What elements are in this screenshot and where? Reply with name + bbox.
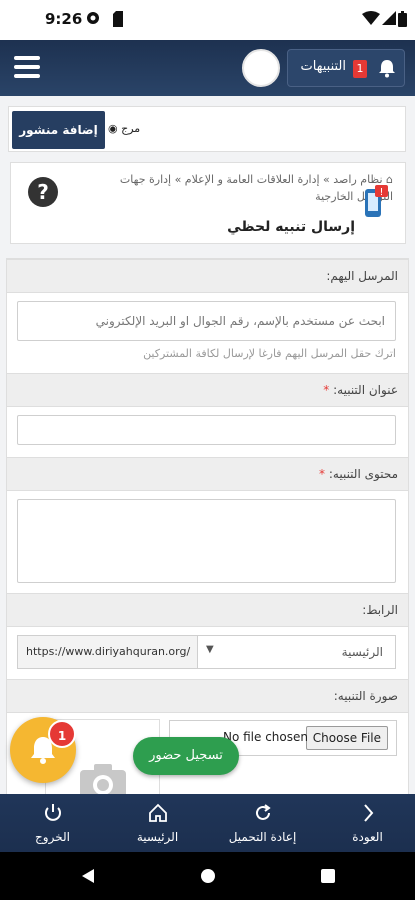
nav-home-label: الرئيسية [136, 830, 179, 844]
image-label: صورة التنبيه: [333, 689, 398, 703]
alert-content-label: محتوى التنبيه: * [319, 467, 398, 481]
svg-text:!: ! [379, 187, 383, 198]
breadcrumb-text: نظام راصد » إدارة العلاقات العامة و الإع… [119, 173, 393, 203]
recipient-help-text: اترك حقل المرسل اليهم فارغا لإرسال لكافة… [143, 347, 396, 360]
system-nav-bar [0, 852, 415, 900]
back-triangle-icon[interactable] [80, 868, 96, 884]
home-icon [148, 803, 167, 822]
status-bar: 9:26 [0, 0, 415, 40]
alert-content-label-row: محتوى التنبيه: * [7, 457, 408, 491]
notifications-button[interactable]: 1 التنبيهات [287, 49, 405, 87]
alert-title-label-row: عنوان التنبيه: * [7, 373, 408, 407]
page-header-card: ? ⌂ نظام راصد » إدارة العلاقات العامة و … [10, 162, 406, 244]
toggle-icon: ◉ [108, 122, 122, 135]
caret-down-icon: ▼ [206, 644, 214, 655]
app-header: 1 التنبيهات [0, 40, 415, 96]
mode-toggle-label: مرج [121, 122, 141, 135]
link-label: الرابط: [362, 603, 398, 617]
sim-icon [113, 11, 123, 27]
nav-reload[interactable]: إعادة التحميل [210, 794, 315, 852]
breadcrumb[interactable]: ⌂ نظام راصد » إدارة العلاقات العامة و ال… [83, 171, 393, 205]
toolbar: إضافة منشور ◉ مرج [8, 106, 406, 152]
image-label-row: صورة التنبيه: [7, 679, 408, 713]
nav-logout-label: الخروج [35, 830, 70, 844]
chevron-right-icon [363, 804, 373, 822]
recipient-placeholder: ابحث عن مستخدم بالإسم، رقم الجوال او الب… [95, 314, 385, 328]
battery-icon [398, 11, 407, 27]
bottom-nav: العودة إعادة التحميل الرئيسية الخروج [0, 794, 415, 852]
help-icon[interactable]: ? [28, 177, 58, 207]
add-post-button[interactable]: إضافة منشور [12, 111, 105, 149]
status-time: 9:26 [45, 10, 83, 28]
recipient-label: المرسل اليهم: [326, 269, 398, 283]
bell-icon [379, 60, 395, 78]
avatar[interactable] [242, 49, 280, 87]
nav-logout[interactable]: الخروج [5, 794, 100, 852]
recents-square-icon[interactable] [320, 868, 336, 884]
wifi-icon [362, 11, 380, 25]
nav-reload-label: إعادة التحميل [228, 830, 297, 844]
alert-title-input[interactable] [17, 415, 396, 445]
alert-form: المرسل اليهم: ابحث عن مستخدم بالإسم، رقم… [6, 258, 409, 794]
signal-icon [382, 11, 396, 25]
link-page-selected: الرئيسية [341, 645, 383, 659]
camera-icon [80, 764, 126, 794]
menu-icon[interactable] [14, 56, 40, 78]
page-title: إرسال تنبيه لحظي [227, 219, 355, 235]
power-icon [44, 804, 61, 821]
no-file-text: No file chosen [222, 730, 308, 744]
notifications-badge: 1 [353, 60, 367, 78]
choose-file-button[interactable]: Choose File [305, 726, 388, 750]
recipient-label-row: المرسل اليهم: [7, 259, 408, 293]
floating-badge: 1 [48, 720, 76, 748]
link-page-select[interactable]: ▼ الرئيسية [197, 635, 396, 669]
reload-icon [255, 804, 271, 820]
nav-back[interactable]: العودة [320, 794, 415, 852]
sync-icon [87, 12, 99, 24]
mode-toggle[interactable]: ◉ مرج [108, 122, 140, 135]
mobile-alert-icon: ! [365, 185, 388, 217]
notifications-label: التنبيهات [300, 59, 346, 74]
link-label-row: الرابط: [7, 593, 408, 627]
alert-title-label: عنوان التنبيه: * [323, 383, 398, 397]
home-circle-icon[interactable] [200, 868, 216, 884]
main-content: إضافة منشور ◉ مرج ? ⌂ نظام راصد » إدارة … [0, 96, 415, 794]
nav-home[interactable]: الرئيسية [110, 794, 205, 852]
base-url-field: https://www.diriyahquran.org/ [17, 635, 198, 669]
attendance-button[interactable]: تسجيل حضور [133, 737, 239, 775]
nav-back-label: العودة [352, 830, 383, 844]
alert-content-textarea[interactable] [17, 499, 396, 583]
recipient-search-input[interactable]: ابحث عن مستخدم بالإسم، رقم الجوال او الب… [17, 301, 396, 341]
base-url-text: https://www.diriyahquran.org/ [26, 645, 191, 658]
